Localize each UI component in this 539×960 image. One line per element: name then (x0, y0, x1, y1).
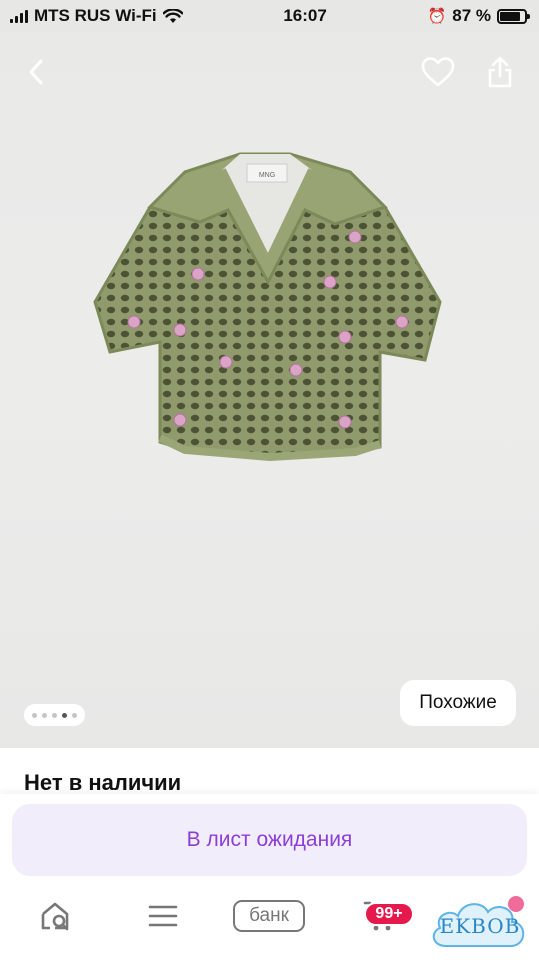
similar-button[interactable]: Похожие (400, 680, 516, 726)
wifi-icon (162, 8, 183, 23)
screen: MTS RUS Wi-Fi 16:07 ⏰ 87 % MNG Похожие Н… (0, 0, 539, 960)
pagination-dot (42, 712, 47, 718)
battery-percent: 87 % (452, 6, 491, 25)
pagination-dot (72, 712, 77, 718)
status-left: MTS RUS Wi-Fi (10, 6, 183, 26)
product-gallery[interactable]: MNG Похожие (0, 32, 539, 748)
battery-icon (496, 8, 530, 24)
back-button[interactable] (14, 50, 58, 94)
share-icon (488, 56, 512, 88)
product-image: MNG (93, 152, 442, 462)
bank-label: банк (233, 900, 305, 932)
menu-icon (148, 905, 178, 927)
action-sheet: В лист ожидания (0, 794, 539, 884)
heart-icon (421, 57, 455, 87)
pagination-dot (52, 712, 57, 718)
carrier-label: MTS RUS Wi-Fi (34, 6, 157, 25)
signal-icon (10, 9, 28, 23)
cart-badge: 99+ (364, 902, 414, 926)
chevron-left-icon (29, 59, 43, 85)
nav-catalog[interactable] (143, 894, 183, 938)
pagination-dot (32, 712, 37, 718)
status-bar: MTS RUS Wi-Fi 16:07 ⏰ 87 % (0, 0, 539, 32)
pagination-dot-active (62, 712, 67, 718)
waitlist-button[interactable]: В лист ожидания (12, 804, 527, 876)
clock: 16:07 (283, 6, 327, 25)
gallery-pagination (24, 704, 85, 726)
brand-tag: MNG (259, 172, 275, 179)
alarm-icon: ⏰ (427, 8, 447, 25)
availability-status: Нет в наличии (24, 770, 182, 795)
nav-bank[interactable]: банк (232, 894, 306, 938)
status-right: ⏰ 87 % (427, 6, 530, 26)
share-button[interactable] (478, 50, 522, 94)
favorite-button[interactable] (416, 50, 460, 94)
nav-home[interactable] (36, 894, 76, 938)
home-search-icon (41, 902, 69, 931)
watermark-text: EKBOB (439, 914, 521, 938)
